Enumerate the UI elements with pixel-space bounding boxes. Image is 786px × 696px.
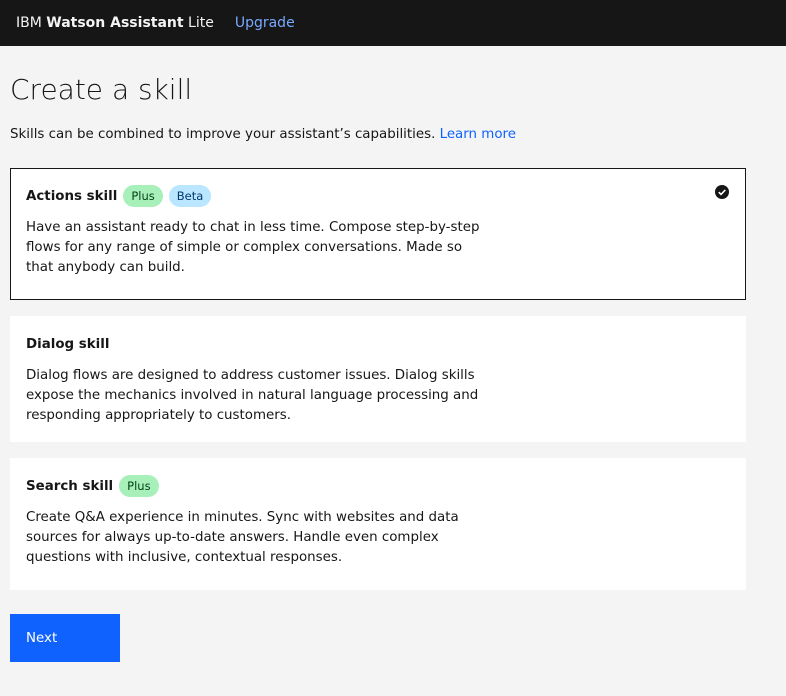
skill-card-description: Create Q&A experience in minutes. Sync w…: [26, 510, 459, 565]
learn-more-link[interactable]: Learn more: [440, 127, 516, 142]
skill-card-actions[interactable]: Actions skill Plus Beta Have an assistan…: [10, 168, 746, 300]
skill-card-search[interactable]: Search skill Plus Create Q&A experience …: [10, 458, 746, 590]
page-title: Create a skill: [10, 73, 193, 106]
next-button[interactable]: Next: [10, 614, 120, 662]
skill-card-title: Search skill: [26, 478, 114, 494]
skill-card-title: Actions skill: [26, 188, 118, 204]
upgrade-link[interactable]: Upgrade: [235, 15, 295, 31]
skill-card-header: Actions skill Plus Beta: [26, 184, 730, 208]
tag-plus: Plus: [119, 475, 159, 497]
product-name[interactable]: IBM Watson Assistant Lite: [16, 15, 214, 31]
skill-card-header: Search skill Plus: [26, 474, 730, 498]
skill-card-title: Dialog skill: [26, 336, 110, 352]
skill-card-description: Have an assistant ready to chat in less …: [26, 220, 480, 275]
checkmark-filled-icon: [715, 185, 729, 199]
top-nav-bar: IBM Watson Assistant Lite Upgrade: [0, 0, 786, 46]
tag-plus: Plus: [123, 185, 163, 207]
brand-ibm: IBM: [16, 15, 47, 31]
skill-card-header: Dialog skill: [26, 332, 730, 356]
main-content: Create a skill Skills can be combined to…: [0, 73, 786, 662]
brand-plan: Lite: [183, 15, 214, 31]
page-subtitle: Skills can be combined to improve your a…: [10, 126, 786, 144]
brand-product: Watson Assistant: [46, 15, 184, 31]
tag-beta: Beta: [168, 185, 212, 207]
skill-card-dialog[interactable]: Dialog skill Dialog flows are designed t…: [10, 316, 746, 442]
skill-cards: Actions skill Plus Beta Have an assistan…: [10, 168, 746, 590]
skill-card-description: Dialog flows are designed to address cus…: [26, 368, 479, 423]
subtitle-text: Skills can be combined to improve your a…: [10, 127, 436, 142]
